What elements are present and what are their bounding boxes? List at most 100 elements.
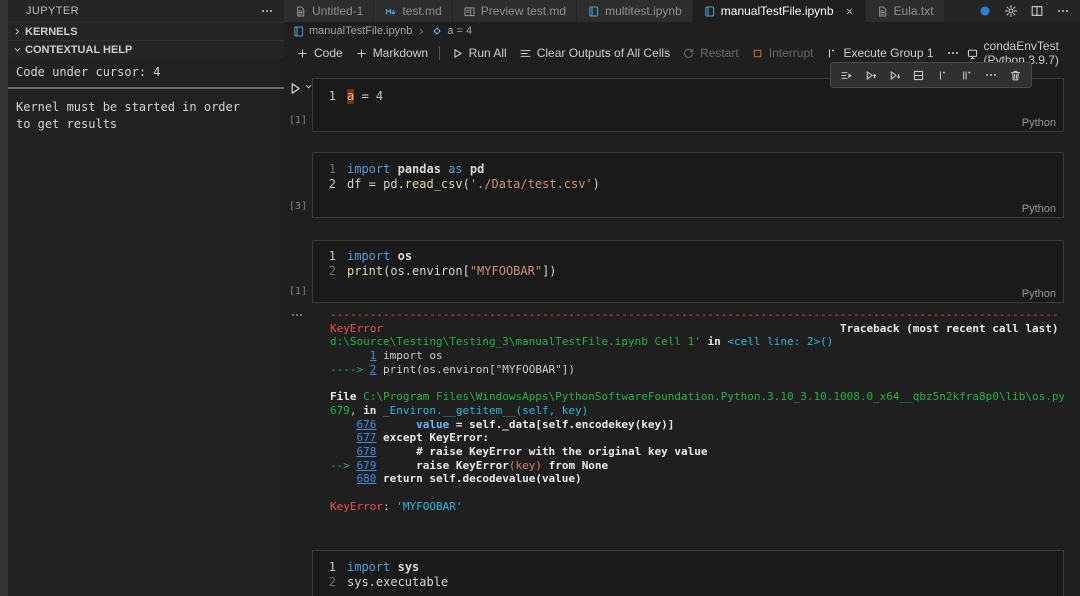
kernel-help-message: Kernel must be started in order to get r… <box>8 89 258 143</box>
line-number: 2 <box>313 177 347 192</box>
restart-button[interactable]: Restart <box>676 44 745 62</box>
line-number: 1 <box>313 249 347 264</box>
execute-group-icon[interactable] <box>936 69 949 82</box>
more-icon <box>946 46 960 60</box>
cell-editor[interactable]: 1import sys2sys.executable <box>312 550 1064 596</box>
code-token: sys <box>398 560 420 575</box>
code-token: import <box>347 162 390 177</box>
settings-gear-icon[interactable] <box>1004 4 1018 18</box>
run-cell-button[interactable] <box>288 81 314 96</box>
line-number: 1 <box>313 162 347 177</box>
traceback-line-link[interactable]: 680 <box>357 472 377 485</box>
traceback-token: in <box>363 404 376 417</box>
add-code-cell-button[interactable]: Code <box>290 44 349 62</box>
code-token: import <box>347 560 390 575</box>
code-token: './Data/test.csv' <box>470 177 593 192</box>
sidebar-section-contextual-help[interactable]: CONTEXTUAL HELP <box>8 40 284 58</box>
sidebar-more-actions-icon[interactable] <box>260 4 274 18</box>
tab-test-md[interactable]: test.md <box>374 0 452 22</box>
traceback-token: return self.decodevalue(value) <box>376 472 581 485</box>
execute-group-below-icon[interactable] <box>960 69 973 82</box>
traceback-line <box>330 377 1064 391</box>
more-actions-icon[interactable] <box>984 68 998 82</box>
sidebar-section-kernels[interactable]: KERNELS <box>8 22 284 40</box>
code-token: (os.environ[ <box>383 264 470 279</box>
traceback-token: ----------------------------------------… <box>330 308 1058 321</box>
restart-icon <box>682 47 695 60</box>
code-token <box>463 162 470 177</box>
code-line: 1a = 4 <box>313 89 1063 104</box>
code-token <box>390 560 397 575</box>
traceback-token <box>330 349 370 362</box>
traceback-token: print(os.environ["MYFOOBAR"]) <box>376 363 575 376</box>
more-actions-icon[interactable] <box>1056 4 1070 18</box>
code-token: ]) <box>542 264 556 279</box>
close-icon[interactable] <box>844 6 855 17</box>
execution-count: [1] <box>289 286 307 297</box>
line-number: 1 <box>313 89 347 104</box>
toolbar-item-label: Run All <box>469 46 507 60</box>
markdown-icon <box>384 5 397 18</box>
chevron-right-icon <box>416 26 427 37</box>
traceback-token: value <box>416 418 449 431</box>
section-label: KERNELS <box>25 26 78 38</box>
add-markdown-cell-button[interactable]: Markdown <box>349 44 434 62</box>
tab-eula-txt[interactable]: Eula.txt <box>866 0 945 22</box>
more-actions-button[interactable] <box>940 44 966 62</box>
traceback-line: ----> 2 print(os.environ["MYFOOBAR"]) <box>330 363 1064 377</box>
traceback-line: 676 value = self._data[self.encodekey(ke… <box>330 418 1064 432</box>
editor-area: Untitled-1 test.md Preview test.mdmultites… <box>284 0 1080 596</box>
traceback-token: except KeyError: <box>376 431 489 444</box>
code-line: 1import sys <box>313 560 1063 575</box>
interrupt-button[interactable]: Interrupt <box>745 44 820 62</box>
jupyter-kernel-status-icon[interactable] <box>978 4 992 18</box>
toolbar-item-label: Markdown <box>373 46 428 60</box>
traceback-line-link[interactable]: 677 <box>357 431 377 444</box>
cell-editor[interactable]: 1import pandas as pd2df = pd.read_csv('.… <box>312 152 1064 218</box>
tab-label: Eula.txt <box>894 4 934 18</box>
tab-untitled-1[interactable]: Untitled-1 <box>284 0 374 22</box>
cell-editor[interactable]: 1import os2print(os.environ["MYFOOBAR"])… <box>312 240 1064 303</box>
section-label: CONTEXTUAL HELP <box>25 44 132 56</box>
traceback-line: 679, in _Environ.__getitem__(self, key) <box>330 404 1064 418</box>
tab-manualtestfile-ipynb[interactable]: manualTestFile.ipynb <box>693 0 866 22</box>
line-number: 2 <box>313 264 347 279</box>
clear-outputs-button[interactable]: Clear Outputs of All Cells <box>513 44 676 62</box>
code-token: as <box>448 162 462 177</box>
code-token <box>390 249 397 264</box>
code-token <box>441 162 448 177</box>
delete-cell-icon[interactable] <box>1009 69 1022 82</box>
execute-below-icon[interactable] <box>888 69 901 82</box>
code-token <box>390 162 397 177</box>
breadcrumb-file[interactable]: manualTestFile.ipynb <box>309 25 412 37</box>
cell-gutter: [3] <box>288 152 312 218</box>
clear-outputs-icon <box>519 47 532 60</box>
cell-hover-toolbar <box>830 62 1032 88</box>
traceback-token: d:\Source\Testing\Testing_3\manualTestFi… <box>330 335 701 348</box>
run-all-button[interactable]: Run All <box>445 44 513 62</box>
toolbar-item-label: Restart <box>700 46 739 60</box>
code-line: 2df = pd.read_csv('./Data/test.csv') <box>313 177 1063 192</box>
split-editor-icon[interactable] <box>1030 4 1044 18</box>
tab-multitest-ipynb[interactable]: multitest.ipynb <box>577 0 693 22</box>
traceback-line-link[interactable]: 678 <box>357 445 377 458</box>
cell-language-label[interactable]: Python <box>1022 288 1056 300</box>
file-icon <box>876 5 889 18</box>
execute-above-icon[interactable] <box>864 69 877 82</box>
code-cell: [1] 1import os2print(os.environ["MYFOOBAR… <box>288 240 1064 303</box>
traceback-line: --> 679 raise KeyError(key) from None <box>330 459 1064 473</box>
cell-language-label[interactable]: Python <box>1022 117 1056 129</box>
traceback-token: <cell line: 2>() <box>727 335 833 348</box>
traceback-line-link[interactable]: 679 <box>357 459 377 472</box>
execute-group-button[interactable]: Execute Group 1 <box>819 44 939 62</box>
traceback-line-link[interactable]: 676 <box>357 418 377 431</box>
tab-preview-test-md[interactable]: Preview test.md <box>453 0 577 22</box>
tab-label: Untitled-1 <box>312 4 363 18</box>
breadcrumb-symbol[interactable]: a = 4 <box>447 25 472 37</box>
output-more-actions-icon[interactable] <box>290 308 304 322</box>
code-token: pandas <box>398 162 441 177</box>
split-cell-icon[interactable] <box>912 69 925 82</box>
run-by-line-icon[interactable] <box>840 69 853 82</box>
tab-label: test.md <box>402 4 441 18</box>
cell-language-label[interactable]: Python <box>1022 203 1056 215</box>
